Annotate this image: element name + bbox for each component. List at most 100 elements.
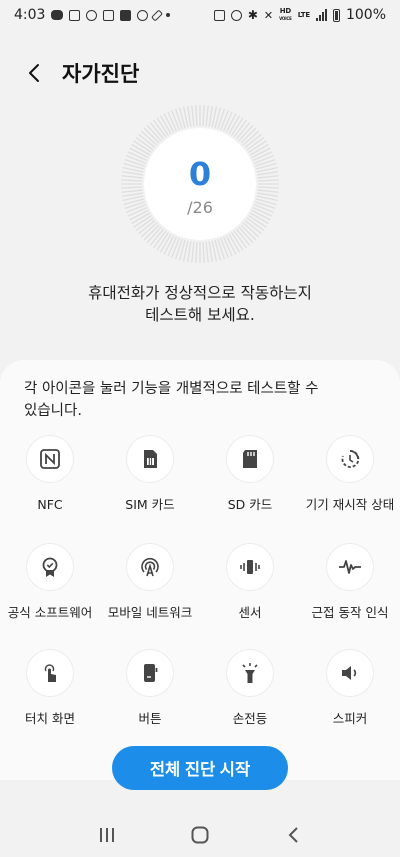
antenna-icon (141, 557, 159, 577)
gauge-tick (195, 105, 198, 127)
test-item-sim-card[interactable]: SIM 카드 (100, 436, 200, 513)
alarm-icon (213, 9, 225, 21)
phone-button-icon (144, 664, 158, 682)
gauge-tick (121, 175, 143, 179)
nfc-icon (40, 449, 60, 469)
score-total: /26 (187, 197, 213, 217)
test-item-label: 공식 소프트웨어 (7, 605, 93, 620)
gauge-tick (257, 192, 279, 198)
test-item-restart[interactable]: 기기 재시작 상태 (300, 436, 400, 513)
hd-voice-label: HD VOICE (279, 7, 292, 22)
test-item-label: 버튼 (138, 711, 162, 726)
gauge-tick (121, 170, 143, 176)
test-item-nfc[interactable]: NFC (0, 436, 100, 513)
ok-icon (120, 9, 132, 21)
test-item-buttons[interactable]: 버튼 (100, 650, 200, 727)
gauge-tick (195, 241, 198, 263)
gauge-tick (220, 237, 229, 258)
talk-icon (51, 10, 64, 20)
gauge-tick (208, 241, 214, 263)
status-bar: 4:03 ✱ ✕ HD VOICE LTE 100% (0, 0, 400, 30)
gauge-tick (121, 189, 143, 193)
gauge-tick (171, 237, 180, 258)
gauge-tick (253, 204, 274, 213)
sim-card-icon (144, 450, 157, 468)
gauge-tick (186, 241, 192, 263)
description: 휴대전화가 정상적으로 작동하는지 테스트해 보세요. (0, 282, 400, 326)
score-value: 0 (188, 154, 212, 193)
gauge-tick (126, 155, 147, 164)
test-item-sensor[interactable]: 센서 (200, 544, 300, 621)
back-icon (288, 826, 299, 843)
card-instruction: 각 아이콘을 눌러 기능을 개별적으로 테스트할 수 있습니다. (24, 378, 374, 422)
back-nav-button[interactable] (268, 815, 318, 855)
location-icon (86, 9, 98, 21)
gauge-tick (253, 155, 274, 164)
vibration-icon (240, 560, 260, 574)
header: 자가진단 (0, 50, 400, 96)
sd-card-icon (243, 450, 257, 468)
test-item-official-software[interactable]: 공식 소프트웨어 (0, 544, 100, 621)
message-icon (69, 9, 81, 21)
gauge-tick (220, 110, 229, 131)
test-item-speaker[interactable]: 스피커 (300, 650, 400, 727)
speaker-icon (342, 666, 357, 680)
gauge-tick (121, 192, 143, 198)
test-item-label: 모바일 네트워크 (107, 605, 193, 620)
app-icon (137, 9, 149, 21)
start-full-diagnosis-button[interactable]: 전체 진단 시작 (112, 746, 288, 790)
card-instruction-line-2: 있습니다. (24, 403, 82, 419)
description-line-1: 휴대전화가 정상적으로 작동하는지 (88, 284, 312, 302)
lte-label: LTE (297, 10, 310, 19)
gauge-tick (126, 204, 147, 213)
more-notifications-dot (166, 13, 171, 17)
test-item-label: 기기 재시작 상태 (305, 497, 395, 512)
test-item-proximity[interactable]: 근접 동작 인식 (300, 544, 400, 621)
test-item-sd-card[interactable]: SD 카드 (200, 436, 300, 513)
mute-icon: ✕ (263, 8, 274, 22)
restart-icon (341, 450, 360, 468)
description-line-2: 테스트해 보세요. (145, 306, 255, 324)
battery-icon (332, 8, 340, 22)
back-button[interactable] (14, 53, 54, 93)
gauge-tick (257, 186, 279, 189)
recent-apps-button[interactable] (82, 815, 132, 855)
test-card: 각 아이콘을 눌러 기능을 개별적으로 테스트할 수 있습니다. NFC SIM… (0, 360, 400, 780)
recent-apps-icon (99, 827, 114, 842)
gauge-tick (121, 186, 143, 189)
pen-icon (151, 8, 164, 22)
gauge-tick (186, 105, 192, 127)
page-title: 자가진단 (62, 62, 140, 86)
nfc-status-icon (103, 9, 115, 21)
test-item-label: SIM 카드 (125, 497, 175, 512)
test-item-label: 근접 동작 인식 (311, 605, 389, 620)
flashlight-icon (242, 663, 258, 683)
bluetooth-icon: ✱ (247, 8, 258, 22)
gauge-tick (205, 241, 209, 263)
signal-icon (315, 9, 327, 21)
test-item-label: 손전등 (232, 711, 268, 726)
test-item-label: NFC (37, 497, 63, 512)
test-item-label: 센서 (238, 605, 262, 620)
badge-icon (42, 557, 58, 577)
gauge-tick (191, 105, 195, 127)
system-nav-bar (0, 812, 400, 857)
test-item-label: 스피커 (332, 711, 368, 726)
test-item-label: 터치 화면 (25, 711, 75, 726)
gauge-center: 0 /26 (144, 128, 256, 240)
alarm-clock-icon (230, 9, 242, 21)
test-item-mobile-network[interactable]: 모바일 네트워크 (100, 544, 200, 621)
gauge-tick (191, 241, 195, 263)
touch-icon (44, 664, 56, 682)
home-button[interactable] (175, 815, 225, 855)
test-item-flashlight[interactable]: 손전등 (200, 650, 300, 727)
test-item-touch-screen[interactable]: 터치 화면 (0, 650, 100, 727)
card-instruction-line-1: 각 아이콘을 눌러 기능을 개별적으로 테스트할 수 (24, 381, 319, 397)
gauge-tick (257, 189, 279, 193)
score-gauge: 0 /26 (120, 104, 280, 264)
clock: 4:03 (14, 7, 46, 23)
chevron-left-icon (29, 64, 39, 82)
gauge-tick (171, 110, 180, 131)
gauge-tick (257, 175, 279, 179)
gauge-tick (205, 105, 209, 127)
